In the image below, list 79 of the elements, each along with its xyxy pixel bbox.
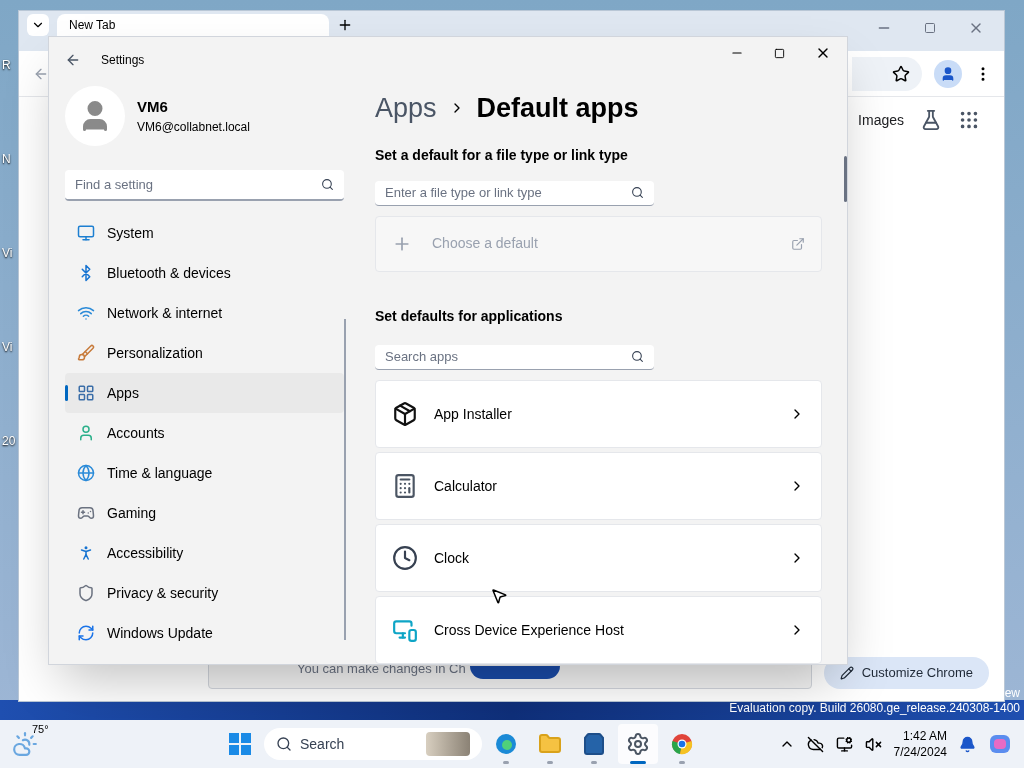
nav-item[interactable]: Accessibility	[65, 533, 344, 573]
search-icon	[631, 186, 644, 200]
cloud-off-icon[interactable]	[806, 735, 824, 753]
grid-icon	[77, 384, 95, 402]
mouse-cursor-icon	[490, 587, 508, 605]
nav-item[interactable]: Apps	[65, 373, 344, 413]
nav-item[interactable]: Windows Update	[65, 613, 344, 653]
folder-icon	[538, 732, 562, 756]
desktop-icon-label: 20	[2, 434, 16, 448]
stones-picture	[426, 732, 470, 756]
file-type-field[interactable]: Enter a file type or link type	[375, 180, 654, 206]
browser-tab[interactable]: New Tab	[57, 14, 329, 36]
search-icon	[631, 350, 644, 364]
app-row[interactable]: Cross Device Experience Host	[375, 596, 822, 664]
maximize-icon[interactable]	[774, 47, 785, 59]
search-icon	[321, 178, 334, 191]
breadcrumb-parent[interactable]: Apps	[375, 88, 437, 129]
app-row[interactable]: Calculator	[375, 452, 822, 520]
clock-time: 1:42 AM	[902, 728, 947, 744]
page-title: Default apps	[476, 92, 639, 125]
evaluation-text: ew	[1004, 686, 1020, 701]
find-setting-field[interactable]: Find a setting	[65, 170, 344, 201]
customize-chrome-button[interactable]: Customize Chrome	[823, 657, 989, 689]
taskbar-search-field[interactable]: Search	[264, 728, 482, 760]
nav-item[interactable]: Privacy & security	[65, 573, 344, 613]
calculator-icon	[392, 473, 418, 499]
browser-icon	[494, 732, 518, 756]
desktop-icon-label: R	[2, 58, 12, 72]
section-heading: Set a default for a file type or link type	[375, 145, 629, 165]
search-icon	[276, 736, 292, 752]
refresh-icon	[77, 624, 95, 642]
flask-icon[interactable]	[920, 109, 942, 131]
nav-item[interactable]: Network & internet	[65, 293, 344, 333]
speaker-muted-icon[interactable]	[864, 735, 882, 753]
nav-item[interactable]: Time & language	[65, 453, 344, 493]
images-link[interactable]: Images	[858, 109, 904, 131]
external-link-icon	[791, 236, 805, 251]
temperature: 75°	[32, 722, 49, 737]
bookmark-star-icon[interactable]	[892, 64, 910, 83]
desktop-icon-label: N	[2, 152, 12, 166]
wifi-icon	[77, 304, 95, 322]
nav-item[interactable]: Bluetooth & devices	[65, 253, 344, 293]
bell-icon[interactable]	[959, 735, 976, 753]
nav-item[interactable]: Personalization	[65, 333, 344, 373]
user-name: VM6	[137, 96, 169, 117]
monitor-icon	[77, 224, 95, 242]
app-row[interactable]: App Installer	[375, 380, 822, 448]
globe-icon	[77, 464, 95, 482]
monitor-icon[interactable]	[835, 735, 853, 753]
evaluation-text: Evaluation copy. Build 26080.ge_release.240308-1400	[729, 701, 1020, 716]
person-icon	[77, 424, 95, 442]
assistant-icon[interactable]	[988, 732, 1012, 756]
desktop-icon-label: Vi	[2, 246, 14, 260]
app-search-field[interactable]: Search apps	[375, 344, 654, 370]
desktop-icon-label: Vi	[2, 340, 14, 354]
package-icon	[392, 401, 418, 427]
clock-date: 7/24/2024	[893, 744, 947, 760]
shield-icon	[77, 584, 95, 602]
browser-icon	[670, 732, 694, 756]
nav-item[interactable]: Accounts	[65, 413, 344, 453]
tab-list-button[interactable]	[27, 14, 49, 36]
devices-icon	[392, 617, 418, 643]
section-heading: Set defaults for applications	[375, 306, 564, 326]
taskbar-app-button[interactable]	[618, 724, 658, 764]
clock-icon	[392, 545, 418, 571]
window-title: Settings	[101, 51, 145, 69]
address-bar[interactable]	[852, 56, 922, 91]
settings-icon	[626, 732, 650, 756]
pencil-icon	[839, 666, 854, 680]
profile-avatar[interactable]	[934, 59, 962, 88]
app-row[interactable]: Clock	[375, 524, 822, 592]
apps-grid-icon[interactable]	[958, 109, 980, 131]
nav-item[interactable]: System	[65, 213, 344, 253]
user-email: VM6@collabnet.local	[137, 119, 250, 137]
gamepad-icon	[77, 504, 95, 522]
action-button[interactable]	[470, 666, 560, 679]
new-tab-icon[interactable]	[337, 17, 353, 33]
nav-item[interactable]: Gaming	[65, 493, 344, 533]
brush-icon	[77, 344, 95, 362]
